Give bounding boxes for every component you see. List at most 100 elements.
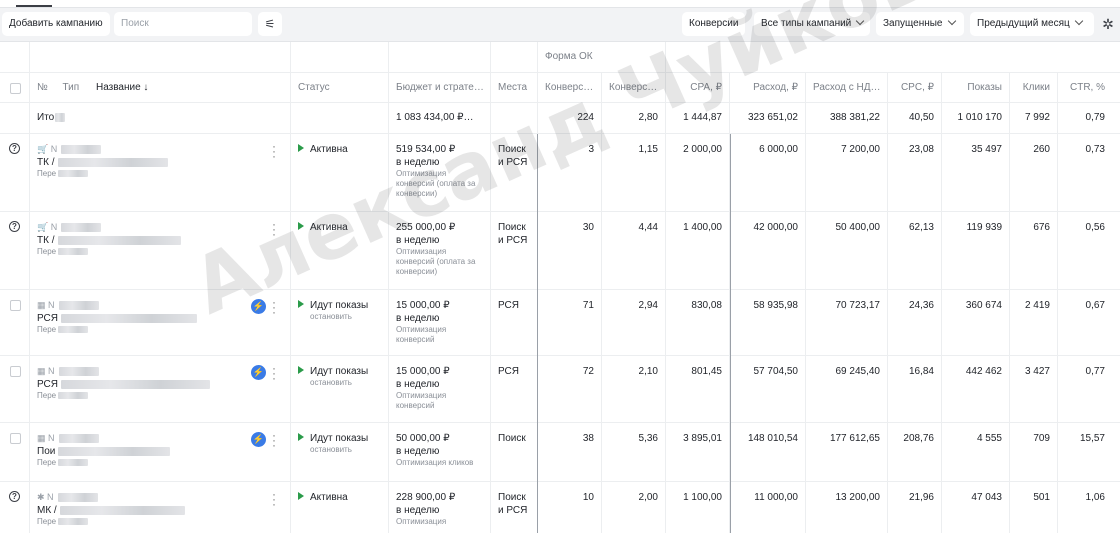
- type-column-header[interactable]: Тип: [63, 82, 80, 93]
- campaign-name[interactable]: РСЯ: [37, 378, 283, 391]
- more-menu-icon[interactable]: · · ·: [272, 488, 276, 510]
- autotargeting-bolt-icon[interactable]: ⚡: [251, 365, 266, 380]
- status-cell: Активна: [291, 212, 389, 289]
- budget-period: в неделю: [396, 313, 440, 324]
- conv2-cell: 4,44: [602, 212, 666, 289]
- status-label: Активна: [310, 144, 348, 155]
- launched-dropdown[interactable]: Запущенные: [876, 12, 964, 36]
- table-row[interactable]: ▦ N РСЯ Пере ⚡ · · · Идут показы остановить 15 00…: [0, 290, 1120, 356]
- impressions-column-header[interactable]: Показы: [942, 73, 1010, 102]
- search-input[interactable]: Поиск: [114, 12, 252, 36]
- conversions-button[interactable]: Конверсии: [682, 12, 746, 36]
- row-checkbox[interactable]: [10, 300, 21, 311]
- campaign-name[interactable]: ТК /: [37, 234, 283, 247]
- more-menu-icon[interactable]: · · ·: [272, 429, 276, 451]
- clicks-column-header[interactable]: Клики: [1010, 73, 1058, 102]
- stop-link[interactable]: остановить: [310, 378, 381, 388]
- add-campaign-button[interactable]: Добавить кампанию: [2, 12, 110, 36]
- spend-vat-column-header[interactable]: Расход с НД…: [806, 73, 888, 102]
- status-column-header[interactable]: Статус: [291, 73, 389, 102]
- table-row[interactable]: ? 🛒 N ТК / Пере · · · Активна 519 534,00 ₽ в неде…: [0, 134, 1120, 212]
- cpc-cell: 16,84: [888, 356, 942, 422]
- budget-cell[interactable]: 228 900,00 ₽ в неделю Оптимизация: [389, 482, 491, 533]
- row-checkbox[interactable]: [10, 433, 21, 444]
- table-row[interactable]: ? 🛒 N ТК / Пере · · · Активна 255 000,00 ₽ в неде…: [0, 212, 1120, 290]
- ctr-cell: 15,57: [1079, 433, 1105, 444]
- campaign-name-cell[interactable]: 🛒 N ТК / Пере: [30, 134, 291, 211]
- places-column-header[interactable]: Места: [491, 73, 538, 102]
- totals-empty: [0, 103, 30, 133]
- spend-column-header[interactable]: Расход, ₽: [730, 73, 806, 102]
- conv2-column-header[interactable]: Конверс…: [602, 73, 666, 102]
- cpc-column-header[interactable]: CPC, ₽: [888, 73, 942, 102]
- chevron-down-icon: [1074, 16, 1083, 26]
- no-column-header[interactable]: №: [37, 82, 48, 93]
- table-row[interactable]: ? ✱ N МК / Пере · · · Активна 228 900,00 ₽ в неде…: [0, 482, 1120, 533]
- top-tab-strip: [0, 0, 1120, 8]
- spend-vat-cell: 13 200,00: [806, 482, 888, 533]
- ctr-column-header[interactable]: CTR, %: [1058, 73, 1112, 102]
- play-icon: [298, 492, 304, 500]
- select-all-checkbox[interactable]: [10, 83, 21, 94]
- campaign-name[interactable]: МК /: [37, 504, 283, 517]
- help-icon[interactable]: ?: [9, 491, 20, 502]
- stop-link[interactable]: остановить: [310, 312, 381, 322]
- name-column-header[interactable]: Название ↓: [96, 82, 148, 93]
- redacted-text: [58, 367, 99, 377]
- more-menu-icon[interactable]: · · ·: [272, 140, 276, 162]
- places-cell: Поиск и РСЯ: [491, 134, 538, 211]
- period-dropdown[interactable]: Предыдущий месяц: [970, 12, 1094, 36]
- cpa-column-header[interactable]: CPA, ₽: [666, 73, 730, 102]
- budget-cell[interactable]: 519 534,00 ₽ в неделю Оптимизация конверси…: [389, 134, 491, 211]
- budget-cell[interactable]: 255 000,00 ₽ в неделю Оптимизация конверси…: [389, 212, 491, 289]
- spend-vat-cell: 50 400,00: [806, 212, 888, 289]
- table-row[interactable]: ▦ N РСЯ Пере ⚡ · · · Идут показы остановить 15 00…: [0, 356, 1120, 423]
- more-menu-icon[interactable]: · · ·: [272, 296, 276, 318]
- campaign-name-cell[interactable]: ▦ N РСЯ Пере: [30, 290, 291, 355]
- budget-amount: 228 900,00 ₽: [396, 492, 456, 503]
- redacted-text: [58, 170, 89, 178]
- campaign-sub-label: Пере: [37, 391, 57, 400]
- budget-cell[interactable]: 15 000,00 ₽ в неделю Оптимизация конверсий: [389, 356, 491, 422]
- column-separator: [537, 134, 538, 533]
- more-menu-icon[interactable]: · · ·: [272, 362, 276, 384]
- campaign-name[interactable]: РСЯ: [37, 312, 283, 325]
- conv1-cell: 72: [538, 356, 602, 422]
- status-label: Идут показы: [310, 433, 369, 444]
- campaign-name-cell[interactable]: ▦ N РСЯ Пере: [30, 356, 291, 422]
- conv1-cell: 10: [538, 482, 602, 533]
- autotargeting-bolt-icon[interactable]: ⚡: [251, 432, 266, 447]
- campaign-type-label: РСЯ: [37, 379, 59, 390]
- row-checkbox[interactable]: [10, 366, 21, 377]
- conv2-cell: 2,00: [602, 482, 666, 533]
- campaign-type-icon: 🛒 N: [37, 143, 283, 156]
- stop-link[interactable]: остановить: [310, 445, 381, 455]
- filter-settings-icon[interactable]: ⚟: [258, 12, 282, 36]
- campaign-name-cell[interactable]: 🛒 N ТК / Пере: [30, 212, 291, 289]
- campaign-name-cell[interactable]: ▦ N Пои Пере: [30, 423, 291, 481]
- campaign-name[interactable]: Пои: [37, 445, 283, 458]
- ctr-cell: 0,73: [1085, 144, 1105, 155]
- help-icon[interactable]: ?: [9, 221, 20, 232]
- campaign-sub: Пере: [37, 391, 283, 401]
- clicks-cell: 709: [1010, 423, 1058, 481]
- redacted-text: [59, 505, 185, 515]
- campaign-name[interactable]: ТК /: [37, 156, 283, 169]
- conv1-cell: 38: [538, 423, 602, 481]
- budget-column-header[interactable]: Бюджет и страте…: [389, 73, 491, 102]
- more-menu-icon[interactable]: · · ·: [272, 218, 276, 240]
- play-icon: [298, 222, 304, 230]
- campaign-name-cell[interactable]: ✱ N МК / Пере: [30, 482, 291, 533]
- cpc-cell: 24,36: [888, 290, 942, 355]
- budget-cell[interactable]: 15 000,00 ₽ в неделю Оптимизация конверсий: [389, 290, 491, 355]
- row-select-cell: ?: [0, 134, 30, 211]
- autotargeting-bolt-icon[interactable]: ⚡: [251, 299, 266, 314]
- budget-cell[interactable]: 50 000,00 ₽ в неделю Оптимизация кликов: [389, 423, 491, 481]
- spend-cell: 57 704,50: [730, 356, 806, 422]
- ctr-cell: 0,67: [1085, 300, 1105, 311]
- table-row[interactable]: ▦ N Пои Пере ⚡ · · · Идут показы остановить 50 00…: [0, 423, 1120, 482]
- gear-icon[interactable]: ✲: [1100, 16, 1116, 32]
- help-icon[interactable]: ?: [9, 143, 20, 154]
- campaign-types-dropdown[interactable]: Все типы кампаний: [754, 12, 870, 36]
- conv1-column-header[interactable]: Конверс…: [538, 73, 602, 102]
